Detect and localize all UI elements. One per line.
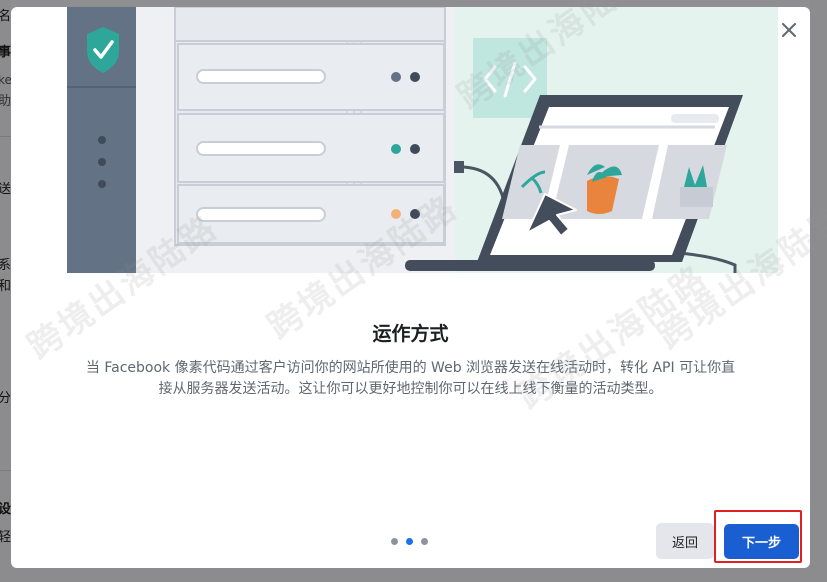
background-text: ke xyxy=(0,73,11,87)
background-text: 名 xyxy=(0,9,11,24)
close-icon xyxy=(782,23,796,37)
modal-description: 当 Facebook 像素代码通过客户访问你的网站所使用的 Web 浏览器发送在… xyxy=(85,360,736,397)
conversions-api-modal: 运作方式 当 Facebook 像素代码通过客户访问你的网站所使用的 Web 浏… xyxy=(11,7,810,568)
next-button[interactable]: 下一步 xyxy=(724,524,799,559)
back-button[interactable]: 返回 xyxy=(656,523,714,559)
background-text: 事 xyxy=(0,45,11,60)
background-page-left: 名 事 ke 助 送 系 和 分 设 轻 xyxy=(0,0,11,582)
modal-title: 运作方式 xyxy=(372,323,449,345)
background-page-bottom xyxy=(0,568,827,582)
pagination-dot[interactable] xyxy=(421,538,428,545)
background-text: 设 xyxy=(0,502,11,517)
pagination-dots xyxy=(391,538,428,546)
hero-illustration xyxy=(67,7,778,273)
background-text: 送 xyxy=(0,182,11,197)
pagination-dot-active[interactable] xyxy=(406,538,413,545)
background-text: 分 xyxy=(0,391,11,406)
background-text: 助 xyxy=(0,94,11,109)
background-text: 和 xyxy=(0,279,11,294)
close-button[interactable] xyxy=(777,18,801,42)
pagination-dot[interactable] xyxy=(391,538,398,545)
background-page-right xyxy=(810,0,827,582)
background-text: 系 xyxy=(0,258,11,273)
background-text: 轻 xyxy=(0,530,11,545)
